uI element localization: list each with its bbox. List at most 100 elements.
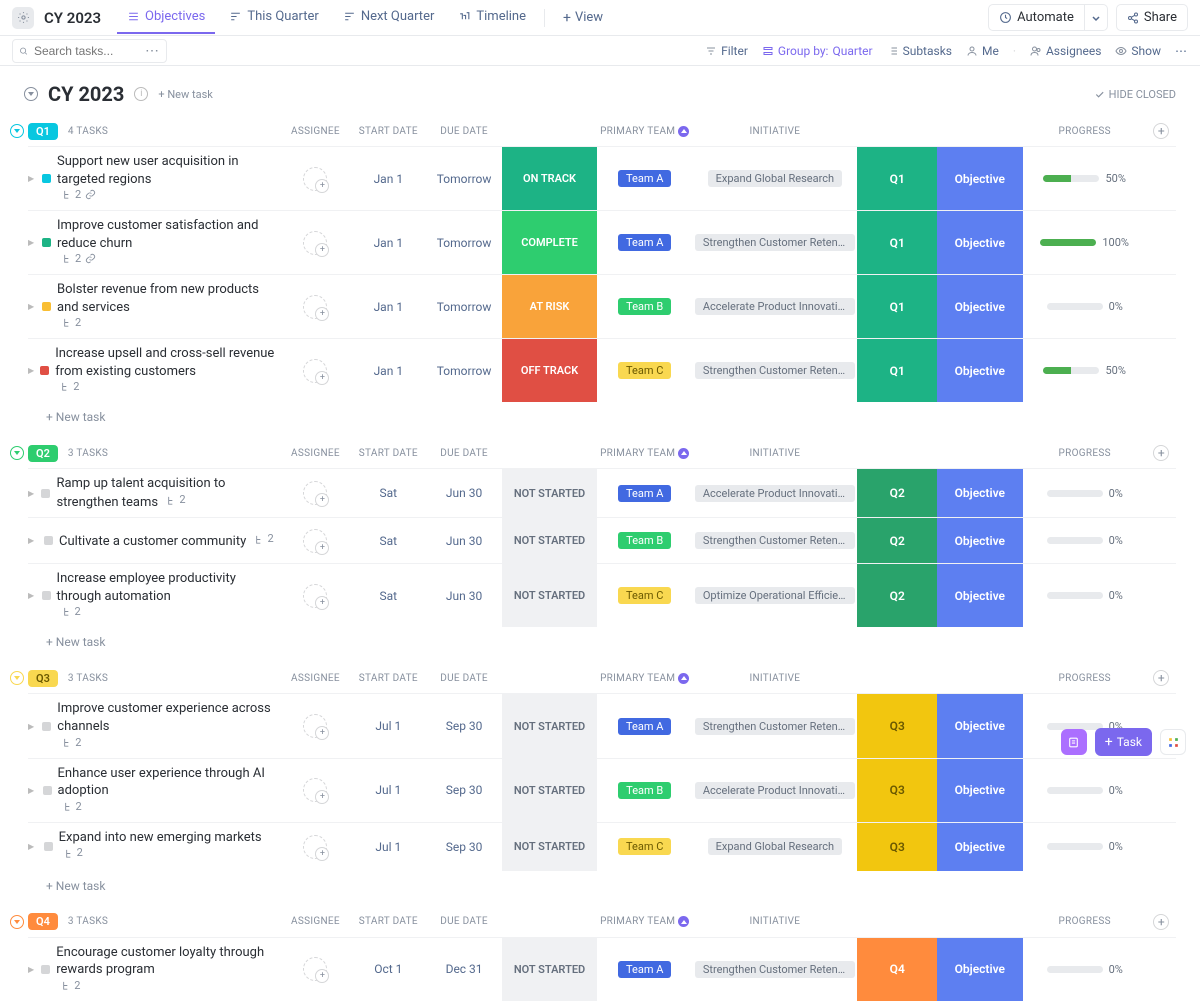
team-chip[interactable]: Team B [618, 532, 671, 549]
subtask-count[interactable]: 2 [61, 252, 81, 265]
type-cell[interactable]: Objective [937, 518, 1022, 563]
initiative-chip[interactable]: Expand Global Research [708, 170, 842, 187]
initiative-chip[interactable]: Strengthen Customer Retenti… [695, 961, 855, 978]
task-row[interactable]: ▶ Support new user acquisition in target… [28, 146, 1176, 210]
expand-caret-icon[interactable]: ▶ [28, 591, 36, 600]
due-date[interactable]: Tomorrow [437, 300, 492, 314]
add-column-button[interactable]: + [1153, 914, 1169, 930]
expand-caret-icon[interactable]: ▶ [28, 238, 36, 247]
task-row[interactable]: ▶ Expand into new emerging markets 2 Jul… [28, 822, 1176, 871]
group-toggle[interactable] [10, 446, 24, 460]
progress-cell[interactable]: 50% [1023, 147, 1147, 210]
expand-caret-icon[interactable]: ▶ [28, 366, 34, 375]
progress-cell[interactable]: 100% [1023, 211, 1147, 274]
quarter-cell[interactable]: Q1 [857, 211, 937, 274]
start-date[interactable]: Jan 1 [374, 300, 404, 314]
expand-caret-icon[interactable]: ▶ [28, 722, 36, 731]
start-date[interactable]: Sat [380, 486, 398, 500]
group-chip[interactable]: Q3 [28, 670, 58, 687]
task-name[interactable]: Increase employee productivity through a… [57, 570, 281, 605]
expand-caret-icon[interactable]: ▶ [28, 489, 35, 498]
link-icon[interactable] [85, 189, 96, 200]
automate-button[interactable]: Automate [988, 4, 1085, 31]
add-column-button[interactable]: + [1153, 445, 1169, 461]
status-cell[interactable]: NOT STARTED [502, 564, 597, 627]
quarter-cell[interactable]: Q1 [857, 275, 937, 338]
initiative-chip[interactable]: Optimize Operational Efficien… [695, 587, 855, 604]
me-button[interactable]: Me [966, 44, 999, 58]
group-by-button[interactable]: Group by: Quarter [762, 44, 873, 58]
status-cell[interactable]: NOT STARTED [502, 694, 597, 757]
expand-caret-icon[interactable]: ▶ [28, 842, 38, 851]
team-sort-icon[interactable] [678, 673, 689, 684]
hide-closed-button[interactable]: HIDE CLOSED [1094, 88, 1176, 101]
type-cell[interactable]: Objective [937, 211, 1022, 274]
task-row[interactable]: ▶ Improve customer satisfaction and redu… [28, 210, 1176, 274]
team-chip[interactable]: Team C [618, 587, 671, 604]
quarter-cell[interactable]: Q4 [857, 938, 937, 1001]
team-chip[interactable]: Team B [618, 298, 671, 315]
due-date[interactable]: Sep 30 [446, 783, 483, 797]
task-row[interactable]: ▶ Cultivate a customer community 2 Sat J… [28, 517, 1176, 563]
status-square-icon[interactable] [44, 842, 53, 851]
initiative-chip[interactable]: Strengthen Customer Retenti… [695, 234, 855, 251]
status-cell[interactable]: NOT STARTED [502, 518, 597, 563]
due-date[interactable]: Sep 30 [446, 719, 483, 733]
start-date[interactable]: Oct 1 [374, 962, 402, 976]
add-column-button[interactable]: + [1153, 123, 1169, 139]
task-row[interactable]: ▶ Ramp up talent acquisition to strength… [28, 468, 1176, 517]
quarter-cell[interactable]: Q3 [857, 694, 937, 757]
quarter-cell[interactable]: Q1 [857, 339, 937, 402]
status-square-icon[interactable] [42, 174, 51, 183]
initiative-chip[interactable]: Accelerate Product Innovation [695, 485, 855, 502]
assignee-avatar[interactable] [303, 167, 327, 191]
assignee-avatar[interactable] [303, 481, 327, 505]
team-chip[interactable]: Team A [618, 961, 671, 978]
status-square-icon[interactable] [41, 489, 50, 498]
new-task-button[interactable]: + Task [1095, 728, 1152, 756]
type-cell[interactable]: Objective [937, 759, 1022, 822]
collapse-all-toggle[interactable] [24, 87, 38, 101]
type-cell[interactable]: Objective [937, 938, 1022, 1001]
team-chip[interactable]: Team A [618, 718, 671, 735]
task-row[interactable]: ▶ Bolster revenue from new products and … [28, 274, 1176, 338]
assignee-avatar[interactable] [303, 295, 327, 319]
add-column-button[interactable]: + [1153, 670, 1169, 686]
status-square-icon[interactable] [42, 722, 51, 731]
add-view-button[interactable]: + View [553, 2, 613, 34]
task-name[interactable]: Ramp up talent acquisition to strengthen… [56, 475, 280, 511]
expand-caret-icon[interactable]: ▶ [28, 302, 36, 311]
team-chip[interactable]: Team A [618, 234, 671, 251]
type-cell[interactable]: Objective [937, 147, 1022, 210]
assignee-avatar[interactable] [303, 231, 327, 255]
start-date[interactable]: Jul 1 [375, 840, 401, 854]
task-row[interactable]: ▶ Increase employee productivity through… [28, 563, 1176, 627]
expand-caret-icon[interactable]: ▶ [28, 965, 35, 974]
start-date[interactable]: Jul 1 [375, 783, 401, 797]
assignees-button[interactable]: Assignees [1030, 44, 1101, 58]
type-cell[interactable]: Objective [937, 275, 1022, 338]
initiative-chip[interactable]: Accelerate Product Innovation [695, 298, 855, 315]
new-task-row[interactable]: + New task [28, 871, 1176, 907]
group-toggle[interactable] [10, 915, 24, 929]
automate-dropdown[interactable] [1085, 4, 1108, 31]
type-cell[interactable]: Objective [937, 469, 1022, 517]
initiative-chip[interactable]: Strengthen Customer Retenti… [695, 362, 855, 379]
due-date[interactable]: Dec 31 [446, 962, 483, 976]
status-cell[interactable]: AT RISK [502, 275, 597, 338]
workspace-icon[interactable] [12, 7, 34, 29]
team-chip[interactable]: Team A [618, 170, 671, 187]
subtask-count[interactable]: 2 [62, 800, 82, 813]
type-cell[interactable]: Objective [937, 694, 1022, 757]
more-icon[interactable]: ⋯ [1175, 44, 1188, 58]
assignee-avatar[interactable] [303, 714, 327, 738]
assignee-avatar[interactable] [303, 957, 327, 981]
apps-button[interactable] [1160, 729, 1186, 755]
start-date[interactable]: Sat [380, 534, 398, 548]
team-chip[interactable]: Team C [618, 362, 671, 379]
status-square-icon[interactable] [41, 965, 50, 974]
team-sort-icon[interactable] [678, 916, 689, 927]
task-name[interactable]: Encourage customer loyalty through rewar… [56, 944, 280, 979]
task-name[interactable]: Cultivate a customer community 2 [59, 532, 274, 550]
status-square-icon[interactable] [44, 536, 53, 545]
